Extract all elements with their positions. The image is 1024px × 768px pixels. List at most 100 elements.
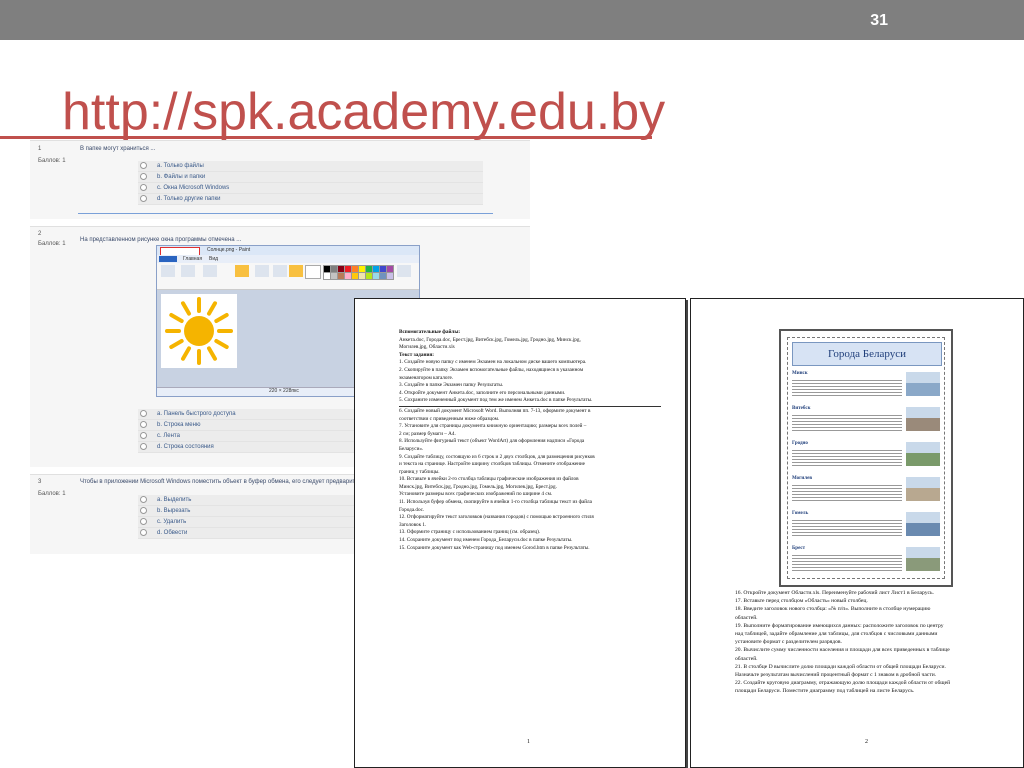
poster-city: Могилев bbox=[792, 475, 902, 501]
document-line: 19. Выполните форматирование имеющихся д… bbox=[735, 622, 944, 629]
color1-icon[interactable] bbox=[289, 265, 303, 277]
document-line: 4. Откройте документ Анкета.doc, заполни… bbox=[399, 389, 566, 396]
city-photo bbox=[906, 372, 940, 396]
document-line: 20. Вычислите сумму численности населени… bbox=[735, 647, 950, 654]
outline-icon[interactable] bbox=[273, 265, 287, 277]
sun-icon bbox=[165, 297, 233, 365]
tools-icon[interactable] bbox=[203, 265, 217, 277]
brush-icon[interactable] bbox=[235, 265, 249, 277]
title-underline bbox=[0, 136, 652, 139]
tab-home[interactable]: Главная bbox=[183, 255, 202, 263]
color2-icon[interactable] bbox=[305, 265, 321, 279]
document-line: 13. Оформите страницу с использованием г… bbox=[399, 529, 541, 536]
question-text: На представленном рисунке окна программы… bbox=[80, 237, 242, 243]
answer-option[interactable]: c. Окна Microsoft Windows bbox=[138, 183, 483, 194]
answer-option[interactable]: b. Файлы и папки bbox=[138, 172, 483, 183]
paint-window-title: Солнце.png - Paint bbox=[207, 247, 251, 253]
document-line: 17. Вставьте перед столбцом «Область» но… bbox=[735, 598, 868, 605]
poster-city: Гомель bbox=[792, 510, 902, 536]
city-name: Гомель bbox=[792, 511, 809, 516]
document-line: Текст задания: bbox=[399, 351, 434, 358]
tab-view[interactable]: Вид bbox=[209, 255, 218, 263]
document-page-1: Вспомогательные файлы: Анкета.doc, Города… bbox=[354, 298, 686, 768]
question-score: Баллов: 1 bbox=[38, 241, 66, 247]
page-number: 1 bbox=[527, 739, 530, 745]
answer-option[interactable]: a. Только файлы bbox=[138, 161, 483, 172]
document-line: Заголовок 1. bbox=[399, 521, 427, 528]
page-number: 2 bbox=[865, 739, 868, 745]
radio-icon[interactable] bbox=[140, 409, 147, 417]
radio-icon[interactable] bbox=[140, 506, 147, 514]
city-photo bbox=[906, 407, 940, 431]
document-line: Установите размеры всех графических изоб… bbox=[399, 491, 553, 498]
question-number: 1 bbox=[38, 146, 42, 152]
sun-ray bbox=[169, 313, 184, 323]
city-photo bbox=[906, 477, 940, 501]
poster-city: Брест bbox=[792, 545, 902, 571]
city-name: Могилев bbox=[792, 476, 813, 481]
document-line: Анкета.doc, Города.doc, Брест.jpg, Витеб… bbox=[399, 336, 581, 343]
sun-ray bbox=[181, 301, 191, 316]
paint-ribbon-tabs: Главная Вид bbox=[157, 255, 419, 263]
document-line: 7. Установите для страницы документа кни… bbox=[399, 423, 587, 430]
document-line: 1. Создайте новую папку с именем Экзамен… bbox=[399, 359, 587, 366]
city-description bbox=[792, 518, 902, 536]
shapes-icon[interactable] bbox=[255, 265, 269, 277]
paint-canvas[interactable] bbox=[161, 294, 237, 368]
document-2-text: 16. Откройте документ Области.xls. Переи… bbox=[735, 589, 1005, 696]
image-icon[interactable] bbox=[181, 265, 195, 277]
document-line: 12. Отформатируйте текст заголовков (наз… bbox=[399, 514, 594, 521]
document-line: и текста на странице. Настройте ширину с… bbox=[399, 461, 585, 468]
document-page-2: Города Беларуси Минск Витебск Гродно Могиле… bbox=[690, 298, 1024, 768]
document-line: 6. Создайте новый документ Microsoft Wor… bbox=[399, 407, 591, 414]
document-line: 22. Создайте круговую диаграмму, отражаю… bbox=[735, 680, 951, 687]
document-line: 21. В столбце D вычислите долю площади к… bbox=[735, 663, 946, 670]
city-name: Минск bbox=[792, 371, 808, 376]
question-score: Баллов: 1 bbox=[38, 158, 66, 164]
sun-ray bbox=[214, 339, 229, 349]
city-description bbox=[792, 413, 902, 431]
radio-icon[interactable] bbox=[140, 528, 147, 536]
radio-icon[interactable] bbox=[140, 161, 147, 169]
radio-icon[interactable] bbox=[140, 517, 147, 525]
slide-title: http://spk.academy.edu.by bbox=[62, 83, 666, 141]
question-text: В папке могут храниться ... bbox=[80, 146, 156, 152]
document-line: соответствии с приведенным ниже образцом… bbox=[399, 415, 500, 422]
document-line: 2. Скопируйте в папку Экзамен вспомогате… bbox=[399, 366, 584, 373]
question-separator bbox=[78, 213, 493, 214]
document-line: 14. Сохраните документ под именем Города… bbox=[399, 537, 573, 544]
question-1: 1 Баллов: 1 В папке могут храниться ... … bbox=[30, 140, 530, 219]
document-line: 8. Используйте фигурный текст (объект Wo… bbox=[399, 438, 585, 445]
document-line: над таблицей, задайте обрамление для таб… bbox=[735, 631, 938, 638]
document-line: 2 см; размер бумаги – А4. bbox=[399, 430, 456, 437]
document-line: 18. Введите заголовок нового столбца: «№… bbox=[735, 606, 931, 613]
radio-icon[interactable] bbox=[140, 183, 147, 191]
document-line: Могилев.jpg, Области.xls bbox=[399, 344, 455, 351]
city-name: Гродно bbox=[792, 441, 808, 446]
document-line: 16. Откройте документ Области.xls. Переи… bbox=[735, 590, 934, 596]
document-line: экзаменатором каталоге. bbox=[399, 374, 454, 381]
city-photo bbox=[906, 512, 940, 536]
sun-ray bbox=[169, 339, 184, 349]
radio-icon[interactable] bbox=[140, 431, 147, 439]
paint-file-menu-button[interactable] bbox=[159, 256, 177, 262]
document-line: 9. Создайте таблицу, состоящую из 6 стро… bbox=[399, 453, 595, 460]
question-score: Баллов: 1 bbox=[38, 491, 66, 497]
document-rule bbox=[399, 405, 661, 407]
city-photo bbox=[906, 547, 940, 571]
edit-colors-icon[interactable] bbox=[397, 265, 411, 277]
question-number: 2 bbox=[38, 231, 42, 237]
paint-title-bar: Солнце.png - Paint bbox=[157, 246, 419, 256]
radio-icon[interactable] bbox=[140, 495, 147, 503]
radio-icon[interactable] bbox=[140, 172, 147, 180]
document-line: площади Беларуси. Поместите диаграмму по… bbox=[735, 688, 915, 695]
answer-option[interactable]: d. Только другие папки bbox=[138, 194, 483, 205]
radio-icon[interactable] bbox=[140, 442, 147, 450]
color-swatch[interactable] bbox=[386, 272, 394, 280]
clipboard-icon[interactable] bbox=[161, 265, 175, 277]
cities-poster: Города Беларуси Минск Витебск Гродно Могиле… bbox=[779, 329, 953, 587]
sun-ray bbox=[207, 346, 217, 361]
radio-icon[interactable] bbox=[140, 194, 147, 202]
radio-icon[interactable] bbox=[140, 420, 147, 428]
document-line: границ у таблицы. bbox=[399, 468, 440, 475]
